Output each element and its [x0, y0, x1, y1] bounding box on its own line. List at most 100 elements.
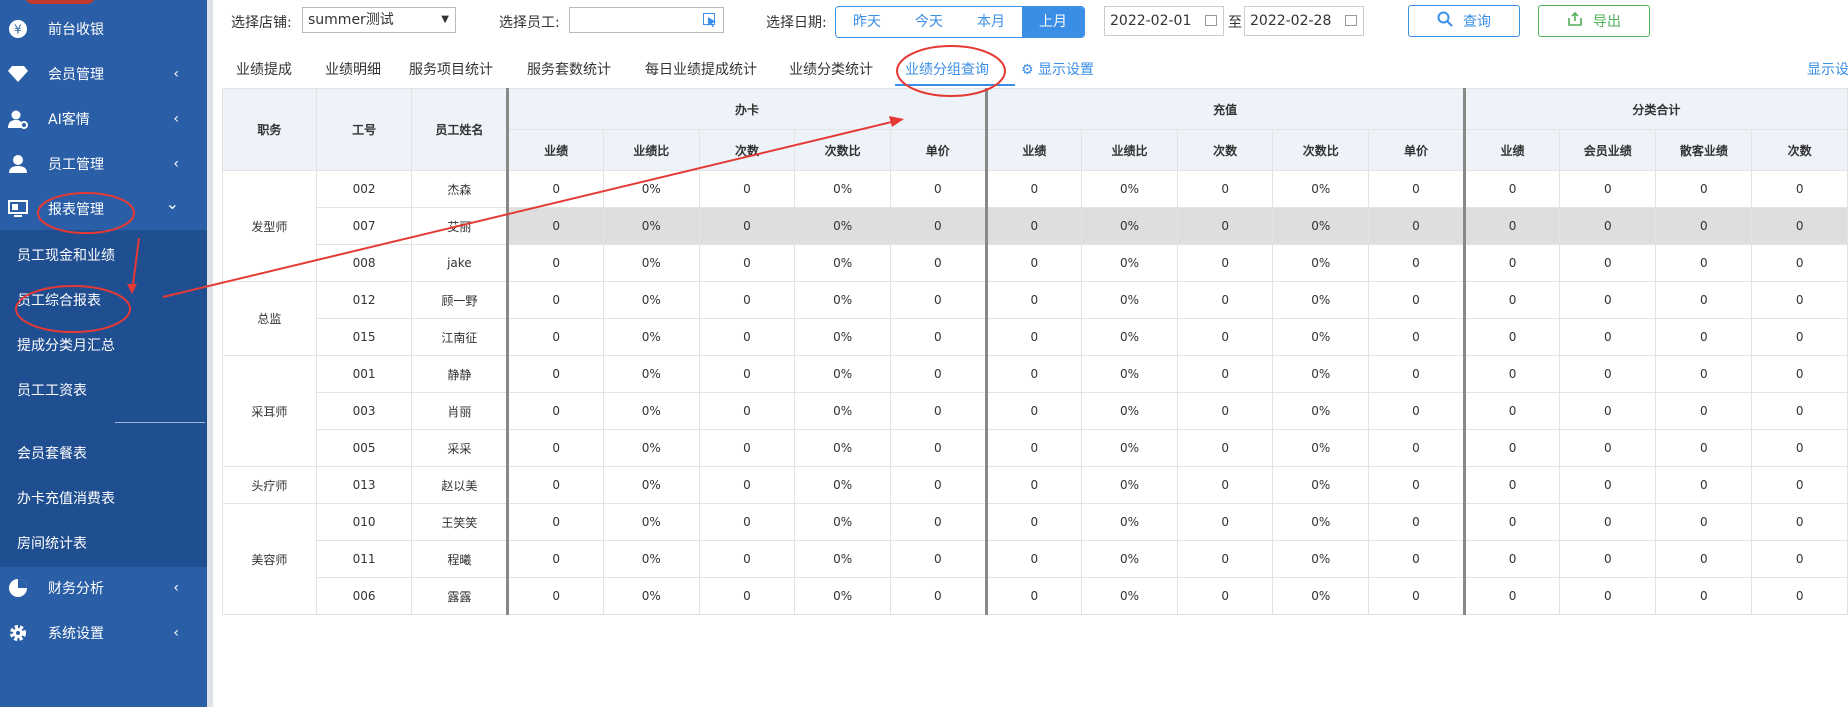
- value-cell: 0%: [602, 577, 700, 615]
- submenu-item-member-package[interactable]: 会员套餐表: [0, 433, 207, 473]
- table-row[interactable]: 采耳师 001 静静 0 0% 0 0% 0 0 0% 0 0% 0 0 0 0 0: [222, 355, 1848, 467]
- value-cell: 0: [890, 466, 988, 504]
- submenu-item-cash-performance[interactable]: 员工现金和业绩: [0, 235, 207, 275]
- display-settings-link[interactable]: ⚙ 显示设置: [1021, 52, 1094, 88]
- column-header: 业绩: [985, 129, 1083, 171]
- column-header: 次数: [1176, 129, 1274, 171]
- value-cell: 0%: [1272, 244, 1370, 282]
- value-cell: 0: [985, 540, 1083, 578]
- column-header: 业绩比: [1081, 129, 1178, 171]
- value-cell: 0: [1463, 429, 1561, 467]
- value-cell: 0: [1751, 318, 1848, 356]
- value-cell: 0: [1368, 429, 1466, 467]
- value-cell: 0: [890, 355, 988, 393]
- export-button[interactable]: 导出: [1538, 5, 1650, 37]
- value-cell: 0: [890, 170, 988, 208]
- value-cell: 0: [1463, 281, 1561, 319]
- sidebar-item-cashier[interactable]: ¥ 前台收银: [0, 8, 207, 50]
- table-row[interactable]: 005 采采 0 0% 0 0% 0 0 0% 0 0% 0 0 0 0 0: [223, 429, 1848, 467]
- submenu-item-card-recharge[interactable]: 办卡充值消费表: [0, 478, 207, 518]
- user-settings-icon: [8, 109, 28, 129]
- value-cell: 0: [1751, 244, 1848, 282]
- value-cell: 0: [1655, 392, 1753, 430]
- value-cell: 0: [890, 577, 988, 615]
- tab-daily-commission-stats[interactable]: 每日业绩提成统计: [645, 52, 757, 88]
- display-settings-right-link[interactable]: 显示设: [1807, 52, 1848, 88]
- submenu-item-room-stats[interactable]: 房间统计表: [0, 523, 207, 563]
- table-row[interactable]: 011 程曦 0 0% 0 0% 0 0 0% 0 0% 0 0 0 0 0: [223, 540, 1848, 578]
- table-row[interactable]: 总监 012 顾一野 0 0% 0 0% 0 0 0% 0 0% 0 0 0 0 0: [222, 281, 1848, 356]
- submenu-item-commission-monthly[interactable]: 提成分类月汇总: [0, 325, 207, 365]
- value-cell: 0: [1463, 170, 1561, 208]
- column-header: 单价: [890, 129, 988, 171]
- date-last-month-button[interactable]: 上月: [1022, 7, 1084, 37]
- sidebar-item-members[interactable]: 会员管理 ‹: [0, 53, 207, 95]
- date-today-button[interactable]: 今天: [898, 7, 960, 37]
- staff-id-cell: 003: [315, 392, 413, 430]
- table-row[interactable]: 美容师 010 王笑笑 0 0% 0 0% 0 0 0% 0 0% 0 0 0 0 0: [222, 503, 1848, 615]
- staff-name-cell: 露露: [411, 577, 510, 615]
- value-cell: 0: [1368, 244, 1466, 282]
- value-cell: 0: [1463, 466, 1561, 504]
- tab-group-query[interactable]: 业绩分组查询: [905, 52, 989, 88]
- value-cell: 0: [507, 318, 604, 356]
- date-this-month-button[interactable]: 本月: [960, 7, 1022, 37]
- value-cell: 0: [1751, 503, 1848, 541]
- staff-select[interactable]: [569, 7, 724, 33]
- tab-category-stats[interactable]: 业绩分类统计: [789, 52, 873, 88]
- chevron-down-icon: ⌄: [165, 194, 179, 213]
- table-row[interactable]: 003 肖丽 0 0% 0 0% 0 0 0% 0 0% 0 0 0 0 0: [223, 392, 1848, 430]
- store-select[interactable]: summer测试 ▼: [302, 7, 456, 33]
- value-cell: 0%: [1272, 540, 1370, 578]
- date-to-input[interactable]: 2022-02-28: [1244, 6, 1364, 36]
- active-tab-underline: [895, 84, 1015, 86]
- date-yesterday-button[interactable]: 昨天: [836, 7, 898, 37]
- staff-name-cell: 肖丽: [411, 392, 510, 430]
- sidebar-item-reports[interactable]: 报表管理 ⌄: [0, 188, 207, 230]
- tab-performance-commission[interactable]: 业绩提成: [236, 52, 292, 88]
- value-cell: 0: [890, 540, 988, 578]
- value-cell: 0: [1368, 207, 1466, 245]
- table-row[interactable]: 015 江南征 0 0% 0 0% 0 0 0% 0 0% 0 0 0 0 0: [223, 318, 1848, 356]
- table-row[interactable]: 006 露露 0 0% 0 0% 0 0 0% 0 0% 0 0 0 0 0: [223, 577, 1848, 615]
- value-cell: 0: [507, 429, 604, 467]
- chevron-left-icon: ‹: [173, 66, 179, 82]
- value-cell: 0: [698, 355, 796, 393]
- date-from-input[interactable]: 2022-02-01: [1104, 6, 1224, 36]
- sidebar-item-ai[interactable]: AI客情 ‹: [0, 98, 207, 140]
- tab-service-item-stats[interactable]: 服务项目统计: [409, 52, 493, 88]
- query-button[interactable]: 查询: [1408, 5, 1520, 37]
- table-row[interactable]: 008 jake 0 0% 0 0% 0 0 0% 0 0% 0 0 0 0 0: [223, 244, 1848, 282]
- sidebar-item-staff[interactable]: 员工管理 ‹: [0, 143, 207, 185]
- submenu-item-salary[interactable]: 员工工资表: [0, 370, 207, 410]
- value-cell: 0: [985, 577, 1083, 615]
- value-cell: 0%: [794, 355, 892, 393]
- staff-id-cell: 013: [315, 466, 413, 504]
- table-row[interactable]: 007 艾丽 0 0% 0 0% 0 0 0% 0 0% 0 0 0 0 0: [223, 207, 1848, 245]
- sidebar-item-system-settings[interactable]: 系统设置 ‹: [0, 612, 207, 654]
- staff-id-cell: 005: [315, 429, 413, 467]
- value-cell: 0: [1176, 207, 1274, 245]
- value-cell: 0: [890, 392, 988, 430]
- staff-name-cell: 赵以美: [411, 466, 510, 504]
- table-row[interactable]: 头疗师 013 赵以美 0 0% 0 0% 0 0 0% 0 0% 0 0 0 0 0: [222, 466, 1848, 504]
- group-header: 充值: [985, 88, 1466, 130]
- value-cell: 0: [890, 318, 988, 356]
- submenu-item-staff-report[interactable]: 员工综合报表: [0, 280, 207, 320]
- value-cell: 0: [1463, 392, 1561, 430]
- value-cell: 0: [985, 503, 1083, 541]
- tab-performance-detail[interactable]: 业绩明细: [325, 52, 381, 88]
- value-cell: 0: [698, 503, 796, 541]
- value-cell: 0: [1655, 429, 1753, 467]
- cursor-select-icon: [703, 13, 717, 37]
- yen-icon: ¥: [8, 19, 28, 39]
- sidebar-item-finance[interactable]: 财务分析 ‹: [0, 567, 207, 609]
- sidebar-top-cap: [25, 0, 95, 4]
- group-header: 分类合计: [1463, 88, 1848, 130]
- column-header: 次数比: [794, 129, 892, 171]
- table-row[interactable]: 发型师 002 杰森 0 0% 0 0% 0 0 0% 0 0% 0 0 0 0 0: [222, 170, 1848, 282]
- column-header: 次数: [1751, 129, 1848, 171]
- tab-service-set-stats[interactable]: 服务套数统计: [527, 52, 611, 88]
- value-cell: 0: [1559, 244, 1657, 282]
- value-cell: 0: [1559, 577, 1657, 615]
